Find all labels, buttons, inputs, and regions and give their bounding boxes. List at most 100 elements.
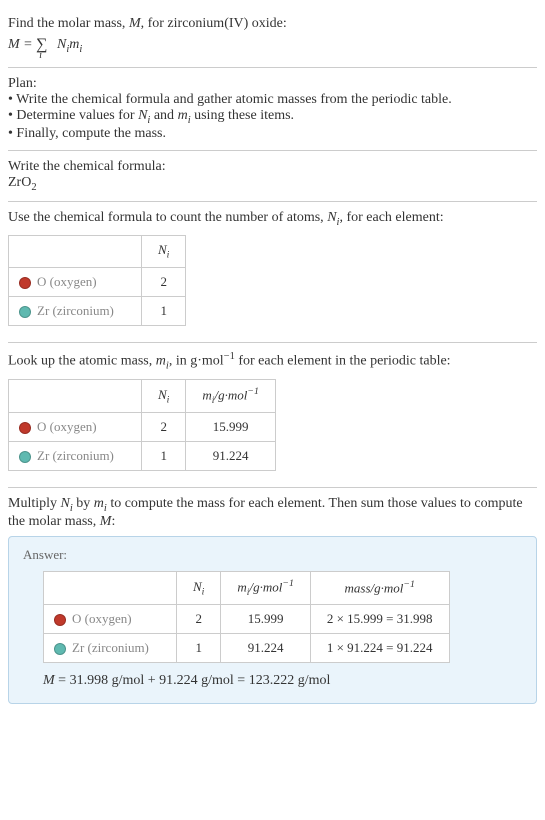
zirconium-dot-icon (54, 643, 66, 655)
azr-mass: 1 × 91.224 = 91.224 (310, 634, 449, 663)
ah-neg1: −1 (282, 578, 293, 589)
h-m: m (202, 388, 211, 403)
mass-b: , in g·mol (169, 354, 224, 369)
formula-title: Write the chemical formula: (8, 159, 537, 175)
count-text: Use the chemical formula to count the nu… (8, 210, 537, 228)
table-header-row: Ni mi/g·mol−1 (9, 380, 276, 413)
mul-a: Multiply (8, 496, 61, 511)
eq-lhs: M = (8, 37, 36, 52)
o-name2: O (oxygen) (37, 419, 97, 434)
intro-M: M (129, 16, 141, 31)
plan-section: Plan: • Write the chemical formula and g… (8, 68, 537, 151)
table-row: Zr (zirconium) 1 91.224 (9, 442, 276, 471)
sigma-sub: i (39, 50, 42, 61)
count-section: Use the chemical formula to count the nu… (8, 202, 537, 343)
multiply-section: Multiply Ni by mi to compute the mass fo… (8, 488, 537, 712)
final-result: M = 31.998 g/mol + 91.224 g/mol = 123.22… (43, 673, 522, 689)
mul-d: : (111, 514, 115, 529)
element-o: O (oxygen) (9, 268, 142, 297)
zr-count: 1 (142, 297, 186, 326)
plan-m: m (178, 108, 188, 123)
zr-name2: Zr (zirconium) (37, 448, 114, 463)
mass-a: Look up the atomic mass, (8, 354, 156, 369)
mul-N: N (61, 496, 70, 511)
ao-n: 2 (177, 605, 221, 634)
answer-table: Ni mi/g·mol−1 mass/g·mol−1 O (oxygen) 2 … (43, 571, 450, 663)
header-Ni: Ni (177, 572, 221, 605)
oxygen-dot-icon (19, 277, 31, 289)
ah-N-sub: i (202, 586, 205, 597)
h-N2-sub: i (167, 395, 170, 406)
h-N: N (158, 242, 167, 257)
ah-gmol: /g·mol (250, 580, 283, 595)
mul-M: M (100, 514, 112, 529)
mass-neg1: −1 (224, 351, 235, 362)
ah-mass-neg1: −1 (403, 579, 414, 590)
table-row: O (oxygen) 2 (9, 268, 186, 297)
o-count: 2 (142, 268, 186, 297)
final-expr: = 31.998 g/mol + 91.224 g/mol = 123.222 … (55, 673, 331, 688)
o-m: 15.999 (186, 413, 275, 442)
ao-m: 15.999 (221, 605, 310, 634)
plan-bullet-2: • Determine values for Ni and mi using t… (8, 108, 537, 126)
zirconium-dot-icon (19, 306, 31, 318)
mass-text: Look up the atomic mass, mi, in g·mol−1 … (8, 351, 537, 371)
zr-name: Zr (zirconium) (37, 303, 114, 318)
oxygen-dot-icon (19, 422, 31, 434)
element-zr: Zr (zirconium) (9, 297, 142, 326)
intro-text-a: Find the molar mass, (8, 16, 129, 31)
header-mass: mass/g·mol−1 (310, 572, 449, 605)
zr-m: 91.224 (186, 442, 275, 471)
intro-section: Find the molar mass, M, for zirconium(IV… (8, 8, 537, 68)
azr-n: 1 (177, 634, 221, 663)
ah-mass: mass/g·mol (345, 581, 404, 596)
plan-b2-c: using these items. (191, 108, 294, 123)
header-Ni: Ni (142, 236, 186, 268)
chemical-formula: ZrO2 (8, 175, 537, 193)
element-o: O (oxygen) (9, 413, 142, 442)
final-M: M (43, 673, 55, 688)
intro-text-b: , for zirconium(IV) oxide: (141, 16, 287, 31)
mass-c: for each element in the periodic table: (235, 354, 451, 369)
o-name: O (oxygen) (37, 274, 97, 289)
plan-bullet-3: • Finally, compute the mass. (8, 126, 537, 142)
mass-table: Ni mi/g·mol−1 O (oxygen) 2 15.999 Zr (zi… (8, 379, 276, 471)
table-row: Zr (zirconium) 1 91.224 1 × 91.224 = 91.… (44, 634, 450, 663)
header-empty (9, 380, 142, 413)
element-o: O (oxygen) (44, 605, 177, 634)
answer-label: Answer: (23, 547, 522, 563)
ah-N: N (193, 579, 202, 594)
eq-N: N (57, 37, 66, 52)
count-table: Ni O (oxygen) 2 Zr (zirconium) 1 (8, 235, 186, 326)
table-row: O (oxygen) 2 15.999 2 × 15.999 = 31.998 (44, 605, 450, 634)
eq-m-sub: i (79, 44, 82, 55)
h-N-sub: i (167, 250, 170, 261)
h-neg1: −1 (247, 386, 258, 397)
mass-section: Look up the atomic mass, mi, in g·mol−1 … (8, 343, 537, 488)
header-Ni: Ni (142, 380, 186, 413)
plan-bullet-1: • Write the chemical formula and gather … (8, 92, 537, 108)
table-header-row: Ni (9, 236, 186, 268)
o-n2: 2 (142, 413, 186, 442)
header-empty (9, 236, 142, 268)
formula-sub2: 2 (31, 182, 36, 193)
count-a: Use the chemical formula to count the nu… (8, 210, 327, 225)
header-mi: mi/g·mol−1 (221, 572, 310, 605)
plan-b2-a: • Determine values for (8, 108, 138, 123)
ao-mass: 2 × 15.999 = 31.998 (310, 605, 449, 634)
zr-n2: 1 (142, 442, 186, 471)
formula-zro: ZrO (8, 175, 31, 190)
plan-title: Plan: (8, 76, 537, 92)
intro-line: Find the molar mass, M, for zirconium(IV… (8, 16, 537, 32)
oxygen-dot-icon (54, 614, 66, 626)
table-row: Zr (zirconium) 1 (9, 297, 186, 326)
zirconium-dot-icon (19, 451, 31, 463)
ah-m: m (237, 580, 246, 595)
plan-b2-b: and (150, 108, 177, 123)
table-row: O (oxygen) 2 15.999 (9, 413, 276, 442)
header-mi: mi/g·mol−1 (186, 380, 275, 413)
formula-section: Write the chemical formula: ZrO2 (8, 151, 537, 202)
element-zr: Zr (zirconium) (9, 442, 142, 471)
mul-b: by (73, 496, 94, 511)
answer-box: Answer: Ni mi/g·mol−1 mass/g·mol−1 O (ox… (8, 536, 537, 704)
